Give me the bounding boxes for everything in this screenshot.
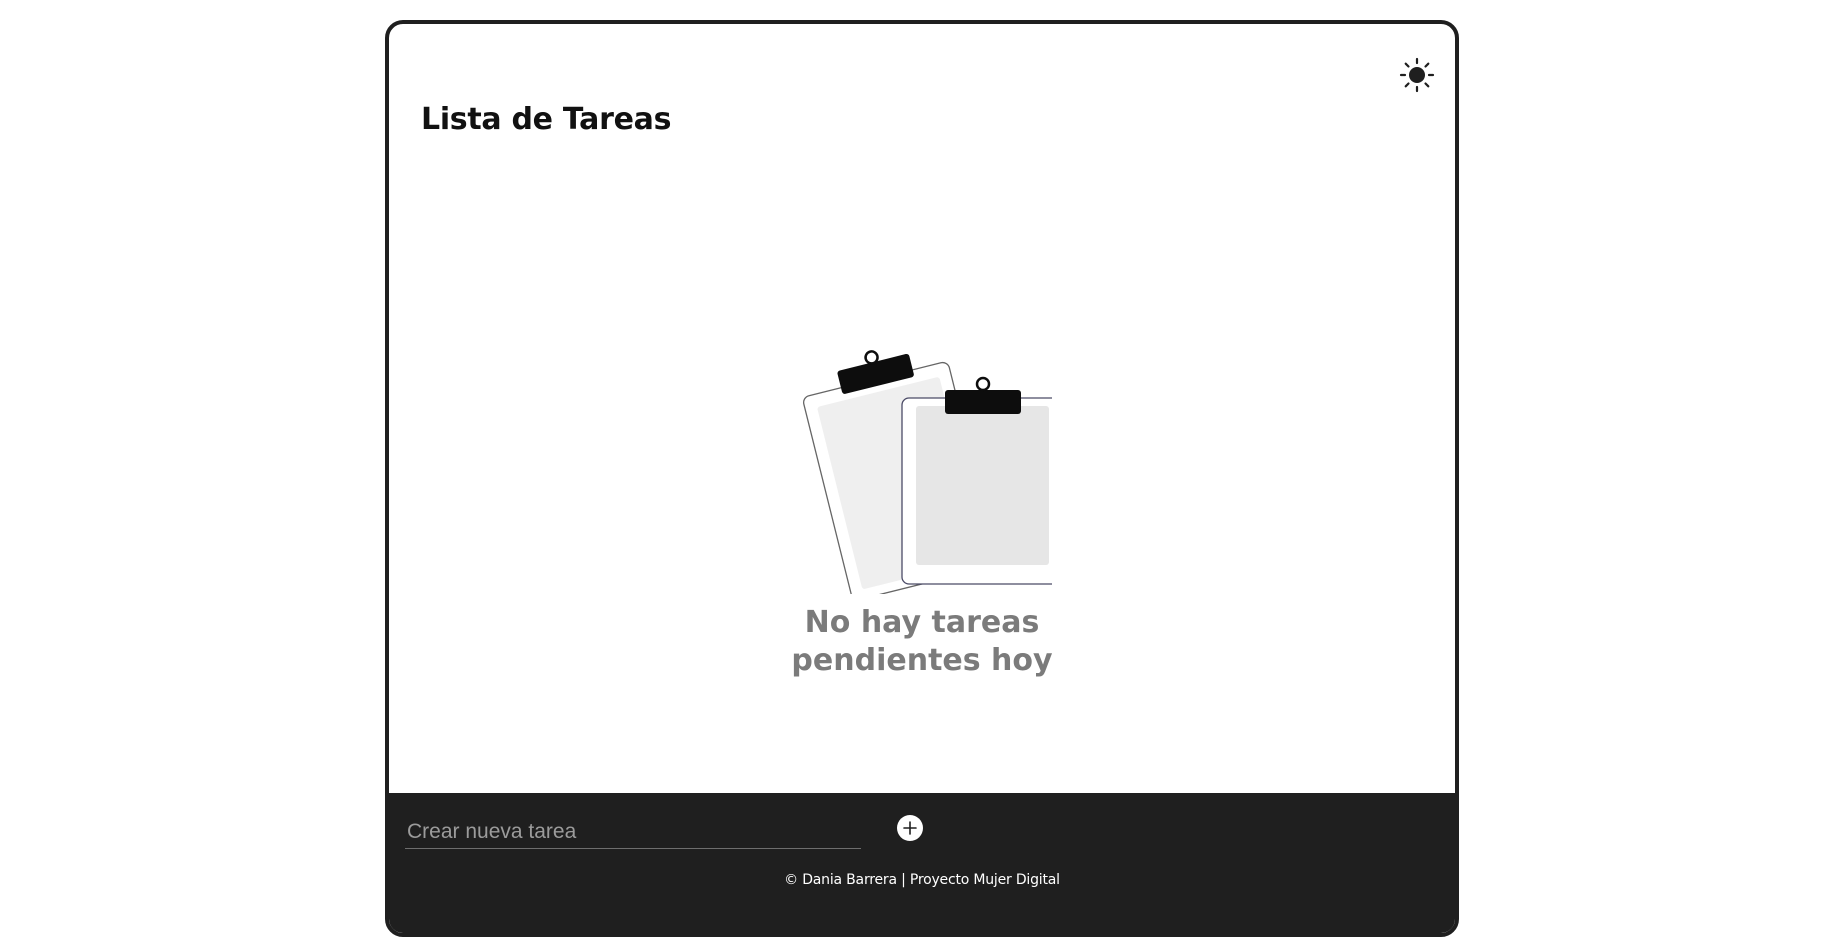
clipboards-icon [802,350,1052,594]
sun-icon [1399,57,1435,93]
new-task-input[interactable] [405,815,861,849]
theme-toggle-button[interactable] [1399,57,1435,93]
new-task-bar: © Dania Barrera | Proyecto Mujer Digital [389,793,1455,933]
page-title: Lista de Tareas [421,102,672,137]
footer-credit: © Dania Barrera | Proyecto Mujer Digital [784,872,1060,888]
add-task-button[interactable] [897,815,923,841]
plus-icon [903,821,917,835]
empty-state-message: No hay tareas pendientes hoy [791,605,1053,678]
empty-state: No hay tareas pendientes hoy [389,334,1455,680]
app-container: Lista de Tareas No hay tareas pendientes… [385,20,1459,937]
